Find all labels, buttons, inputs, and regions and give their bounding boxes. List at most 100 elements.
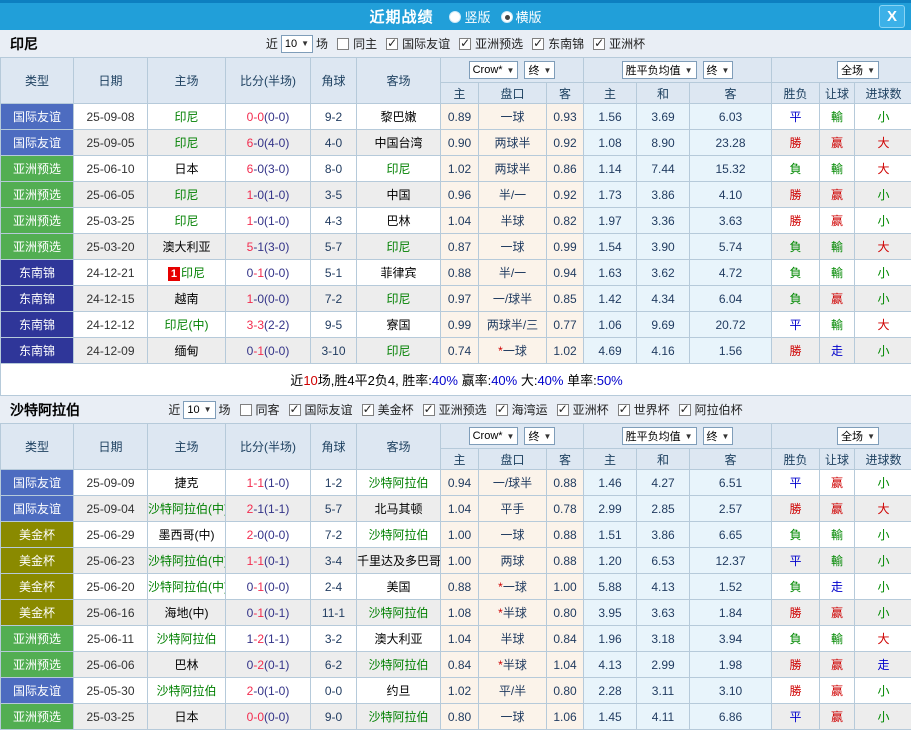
league-label: 国际友谊 [402, 37, 451, 51]
score-cell: 0-2(0-1) [225, 651, 311, 678]
home-team-cell: 海地(中) [147, 599, 226, 626]
close-icon[interactable]: X [879, 5, 905, 28]
table-row: 美金杯 25-06-29 墨西哥(中) 2-0(0-0) 7-2 沙特阿拉伯 1.00 一球 0… [0, 521, 911, 548]
league-checkbox[interactable] [386, 36, 399, 50]
league-checkbox[interactable] [556, 402, 569, 416]
halftime-score: (4-0) [264, 135, 290, 150]
chevron-down-icon: ▼ [203, 405, 212, 414]
handicap-result-cell: 走 [819, 337, 856, 364]
games-count-select[interactable]: 10 ▼ [280, 34, 314, 53]
fulltime-scope-select[interactable]: 全场 ▼ [837, 61, 879, 79]
final-avg-select[interactable]: 终 ▼ [702, 427, 734, 445]
away-odds-cell: 0.88 [546, 547, 584, 574]
league-checkbox[interactable] [593, 36, 606, 50]
match-type-cell: 亚洲预选 [0, 155, 74, 182]
sub-column-header: 主 [440, 448, 479, 470]
avg-away-cell: 5.74 [688, 233, 773, 260]
league-checkbox[interactable] [678, 402, 691, 416]
horizontal-layout-label: 横版 [515, 10, 542, 25]
handicap-result-cell: 赢 [819, 677, 856, 704]
handicap-cell: *一球 [478, 337, 547, 364]
halftime-score: (3-0) [264, 161, 290, 176]
near-label: 近 [265, 37, 278, 51]
league-checkbox[interactable] [459, 36, 472, 50]
summary-text: 赢率: [457, 373, 492, 388]
league-checkbox[interactable] [617, 402, 630, 416]
handicap-cell: 两球半 [478, 129, 547, 156]
corner-cell: 3-10 [310, 337, 357, 364]
bookmaker-select[interactable]: Crow* ▼ [468, 61, 519, 79]
select-value: Crow* [472, 64, 503, 76]
score-cell: 3-3(2-2) [225, 311, 311, 338]
final-avg-select[interactable]: 终 ▼ [702, 61, 734, 79]
games-count-select[interactable]: 10 ▼ [183, 400, 216, 419]
score-cell: 6-0(3-0) [225, 155, 311, 182]
wdl-result-cell: 勝 [771, 129, 821, 156]
avg-draw-cell: 3.36 [636, 207, 690, 234]
home-team-cell: 沙特阿拉伯(中) [147, 547, 226, 574]
home-team-cell: 印尼 [147, 181, 226, 208]
wdl-result-cell: 負 [771, 573, 821, 600]
league-checkbox[interactable] [495, 402, 508, 416]
avg-away-cell: 23.28 [688, 129, 773, 156]
handicap-cell: 平手 [478, 495, 547, 522]
select-value: 终 [528, 431, 540, 443]
table-row: 东南锦 24-12-09 缅甸 0-1(0-0) 3-10 印尼 0.74 *一球 1.02 4.… [0, 337, 911, 364]
sub-column-header: 客 [688, 448, 773, 470]
away-goals: 1 [257, 343, 265, 358]
fulltime-scope-select[interactable]: 全场 ▼ [837, 427, 879, 445]
home-team-name: 沙特阿拉伯 [156, 632, 217, 646]
same-venue-checkbox[interactable] [239, 403, 252, 416]
corner-cell: 4-0 [310, 129, 357, 156]
away-odds-cell: 0.93 [546, 103, 584, 130]
away-odds-cell: 0.80 [546, 677, 584, 704]
filter-bar: 印尼近10▼场同主国际友谊亚洲预选东南锦亚洲杯 [0, 30, 911, 57]
final-odds-select[interactable]: 终 ▼ [524, 61, 556, 79]
league-checkbox[interactable] [422, 402, 435, 416]
avg-home-cell: 1.06 [583, 311, 637, 338]
same-venue-checkbox[interactable] [337, 37, 350, 50]
away-team-cell: 沙特阿拉伯 [356, 469, 441, 496]
match-date-cell: 25-06-05 [73, 181, 148, 208]
goals-result-cell: 大 [854, 233, 911, 260]
summary-text: 40% [431, 373, 458, 388]
away-odds-cell: 0.85 [546, 285, 584, 312]
wdl-result-cell: 勝 [771, 651, 821, 678]
sub-column-header: 盘口 [478, 82, 547, 104]
halftime-score: (3-0) [264, 239, 290, 254]
away-odds-cell: 1.06 [546, 703, 584, 730]
home-odds-cell: 1.02 [440, 155, 479, 182]
league-checkbox[interactable] [361, 402, 374, 416]
avg-home-cell: 1.54 [583, 233, 637, 260]
match-type-cell: 东南锦 [0, 311, 74, 338]
away-odds-cell: 0.78 [546, 495, 584, 522]
handicap-result-cell: 赢 [819, 495, 856, 522]
home-team-name: 印尼 [174, 214, 199, 228]
wdl-average-select[interactable]: 胜平负均值 ▼ [621, 61, 697, 79]
avg-draw-cell: 3.90 [636, 233, 690, 260]
home-odds-cell: 0.97 [440, 285, 479, 312]
bookmaker-select[interactable]: Crow* ▼ [468, 427, 519, 445]
league-checkbox[interactable] [532, 36, 545, 50]
wdl-average-select[interactable]: 胜平负均值 ▼ [621, 427, 697, 445]
avg-away-cell: 3.63 [688, 207, 773, 234]
away-team-name: 沙特阿拉伯 [368, 606, 429, 620]
horizontal-layout-radio[interactable] [500, 10, 513, 23]
wdl-result-cell: 負 [771, 521, 821, 548]
league-checkbox[interactable] [288, 402, 301, 416]
match-type-cell: 东南锦 [0, 259, 74, 286]
away-team-cell: 黎巴嫩 [356, 103, 441, 130]
avg-away-cell: 1.52 [688, 573, 773, 600]
avg-draw-cell: 3.86 [636, 181, 690, 208]
handicap-cell: 两球半/三 [478, 311, 547, 338]
final-odds-select[interactable]: 终 ▼ [524, 427, 556, 445]
select-value: 胜平负均值 [625, 65, 681, 77]
match-type-cell: 国际友谊 [0, 495, 74, 522]
table-row: 亚洲预选 25-06-05 印尼 1-0(1-0) 3-5 中国 0.96 半/一 0.92 1.… [0, 181, 911, 208]
filter-controls: 近10▼场同客国际友谊美金杯亚洲预选海湾运亚洲杯世界杯阿拉伯杯 [168, 400, 743, 419]
vertical-layout-radio[interactable] [449, 10, 462, 23]
handicap-cell: *一球 [478, 573, 547, 600]
select-value: 胜平负均值 [625, 431, 681, 443]
sub-column-header: 主 [583, 82, 637, 104]
avg-home-cell: 1.20 [583, 547, 637, 574]
